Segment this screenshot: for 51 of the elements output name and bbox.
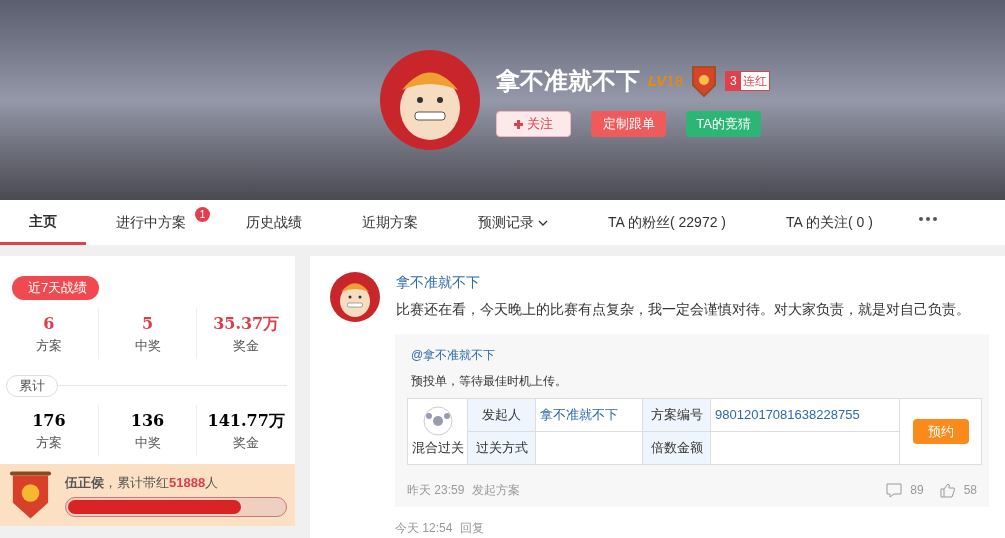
- stat-value: 6: [43, 312, 55, 335]
- comment-count: 89: [910, 482, 924, 499]
- count-badge: 1: [195, 207, 210, 222]
- stat-label: 中奖: [134, 336, 161, 355]
- rank-text: 伍正侯，累计带红51888人: [65, 474, 220, 493]
- user-name: 拿不准就不下: [496, 66, 640, 96]
- table-cell: 98012017081638228755: [710, 398, 900, 432]
- reply-time: 今天 12:54: [395, 520, 453, 537]
- table-cell: 发起人: [467, 398, 536, 432]
- level-label: LV18: [648, 70, 684, 91]
- reply-action: 回复: [460, 520, 485, 537]
- mention-link[interactable]: @拿不准就不下: [407, 346, 977, 364]
- stat-label: 中奖: [134, 433, 161, 452]
- stat-label: 方案: [35, 336, 62, 355]
- table-cell: 拿不准就不下: [535, 398, 643, 432]
- banner-medal-icon: [8, 469, 53, 521]
- table-cell: 过关方式: [467, 431, 536, 465]
- like-count: 58: [963, 482, 977, 499]
- soccer-ball-icon: [422, 405, 453, 436]
- avatar: [330, 272, 380, 322]
- table-cell: 方案编号: [642, 398, 711, 432]
- stat-value: 136: [130, 409, 165, 432]
- streak-badge: 3 连红: [725, 71, 770, 91]
- nav-tab[interactable]: 近期方案: [332, 200, 448, 245]
- quote-text: 预投单，等待最佳时机上传。: [410, 373, 568, 390]
- comment-icon[interactable]: [886, 482, 903, 498]
- nav-tab[interactable]: 历史战绩: [216, 200, 332, 245]
- plus-icon: [514, 119, 523, 129]
- stat-value: 176: [32, 409, 66, 432]
- stat-value: 5: [141, 312, 154, 335]
- author-link[interactable]: 拿不准就不下: [396, 272, 970, 293]
- nav-tab[interactable]: 进行中方案 1: [86, 200, 216, 245]
- more-icon[interactable]: [918, 216, 937, 221]
- stat-label: 奖金: [233, 336, 260, 355]
- post-action: 发起方案: [472, 482, 521, 499]
- type-label: 混合过关: [411, 438, 464, 457]
- thumbs-up-icon[interactable]: [939, 482, 956, 498]
- post-time: 昨天 23:59: [407, 482, 465, 499]
- shield-icon: [691, 65, 718, 97]
- stat-value: 35.37万: [213, 312, 280, 335]
- stat-value: 141.77万: [207, 409, 285, 432]
- table-cell: 倍数金额: [642, 431, 711, 465]
- nav-tab[interactable]: 预测记录: [448, 200, 578, 245]
- nav-tab[interactable]: 主页: [0, 200, 86, 245]
- follow-button[interactable]: 关注: [496, 111, 571, 137]
- nav-tab[interactable]: TA 的关注( 0 ): [756, 200, 903, 245]
- post-text: 比赛还在看，今天晚上的比赛有点复杂，我一定会谨慎对待。对大家负责，就是对自己负责。: [396, 300, 970, 319]
- stat-label: 奖金: [233, 433, 260, 452]
- recent-stats-tag: 近7天战绩: [12, 276, 100, 300]
- stat-label: 方案: [35, 433, 62, 452]
- nav-tab[interactable]: TA 的粉丝( 22972 ): [578, 200, 756, 245]
